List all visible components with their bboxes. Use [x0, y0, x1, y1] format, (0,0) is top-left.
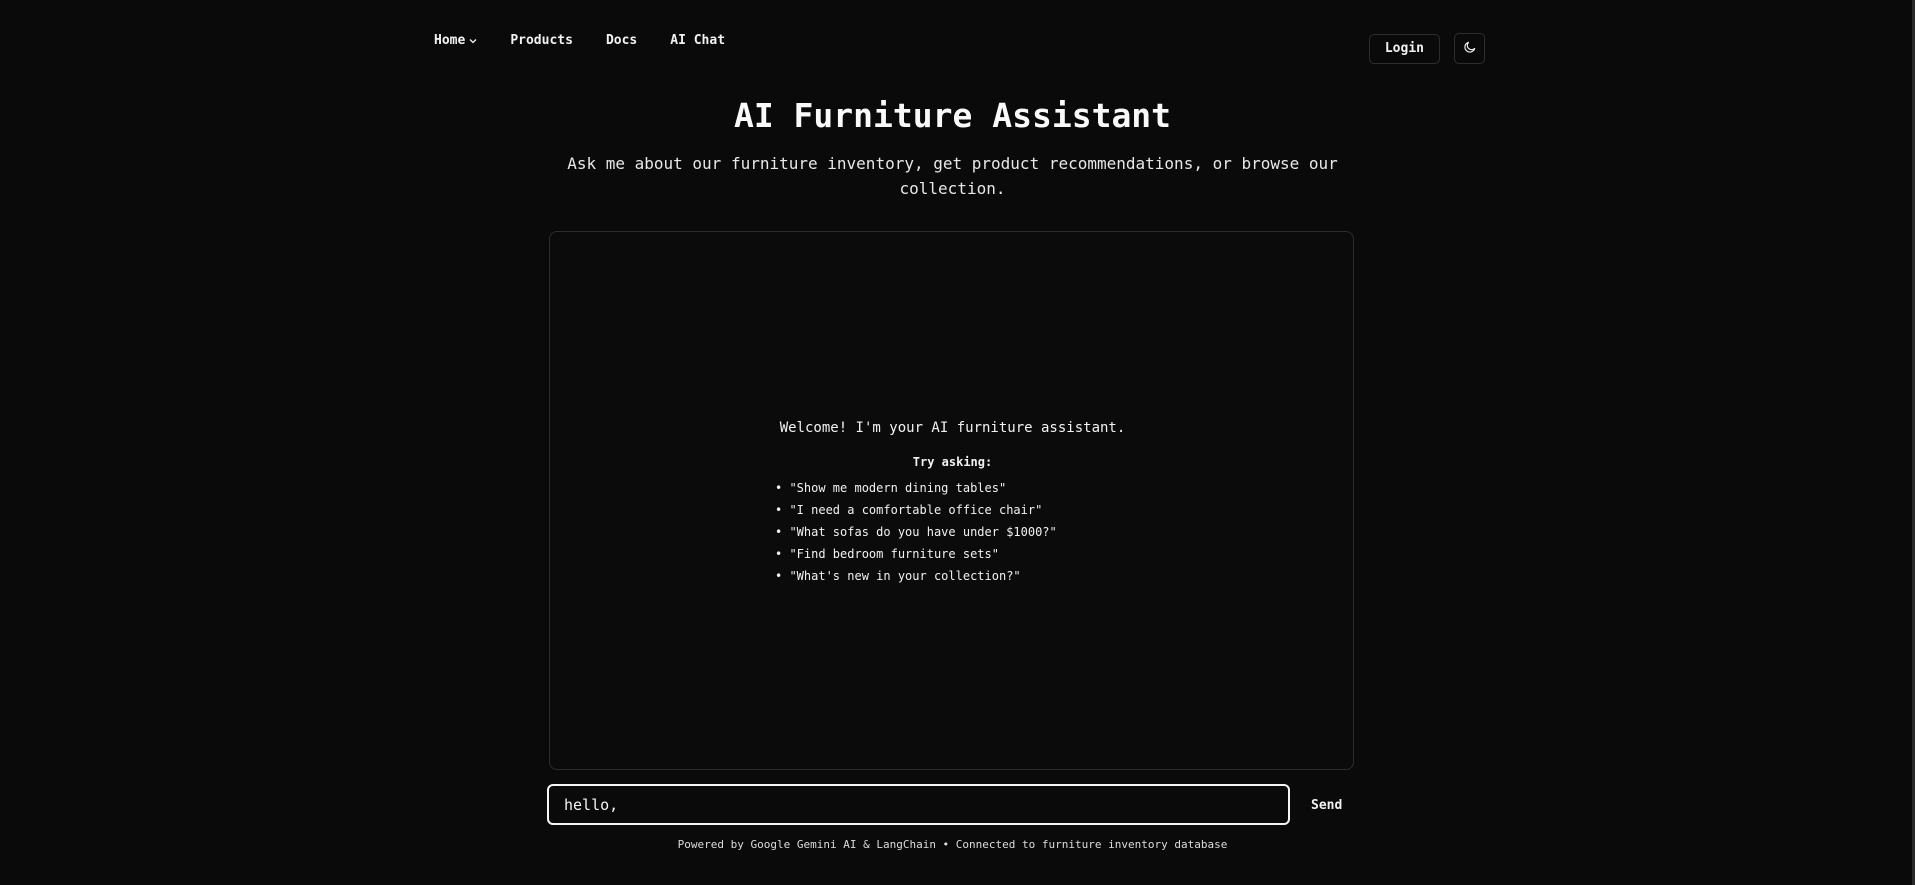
main-nav: Home Products Docs AI Chat: [434, 33, 758, 48]
nav-actions: Login: [1368, 33, 1485, 64]
try-asking-label: Try asking:: [912, 455, 993, 469]
suggestion-item: • "What's new in your collection?": [775, 569, 1021, 583]
chevron-down-icon: [469, 37, 477, 47]
nav-home[interactable]: Home: [434, 33, 477, 48]
page-title: AI Furniture Assistant: [733, 96, 1172, 135]
suggestion-item: • "Show me modern dining tables": [775, 481, 1007, 495]
login-button[interactable]: Login: [1368, 33, 1440, 64]
nav-docs[interactable]: Docs: [606, 33, 637, 48]
nav-products[interactable]: Products: [510, 33, 573, 48]
suggestion-list: • "Show me modern dining tables" • "I ne…: [775, 477, 1057, 587]
suggestion-item: • "What sofas do you have under $1000?": [775, 525, 1057, 539]
suggestion-item: • "Find bedroom furniture sets": [775, 547, 999, 561]
theme-toggle-button[interactable]: [1454, 33, 1485, 64]
page-subtitle: Ask me about our furniture inventory, ge…: [567, 154, 1338, 198]
nav-ai-chat[interactable]: AI Chat: [670, 33, 725, 48]
suggestion-item: • "I need a comfortable office chair": [775, 503, 1043, 517]
welcome-message: Welcome! I'm your AI furniture assistant…: [779, 420, 1126, 436]
send-button[interactable]: Send: [1301, 790, 1352, 820]
nav-docs-label: Docs: [605, 33, 638, 48]
nav-home-label: Home: [434, 33, 466, 48]
nav-products-label: Products: [510, 33, 573, 48]
chat-message-input[interactable]: [547, 784, 1290, 825]
page: Home Products Docs AI Chat Login AI Furn…: [0, 0, 1915, 885]
powered-by-note: Powered by Google Gemini AI & LangChain …: [677, 838, 1228, 851]
nav-ai-chat-label: AI Chat: [670, 33, 726, 48]
moon-icon: [1463, 40, 1477, 57]
